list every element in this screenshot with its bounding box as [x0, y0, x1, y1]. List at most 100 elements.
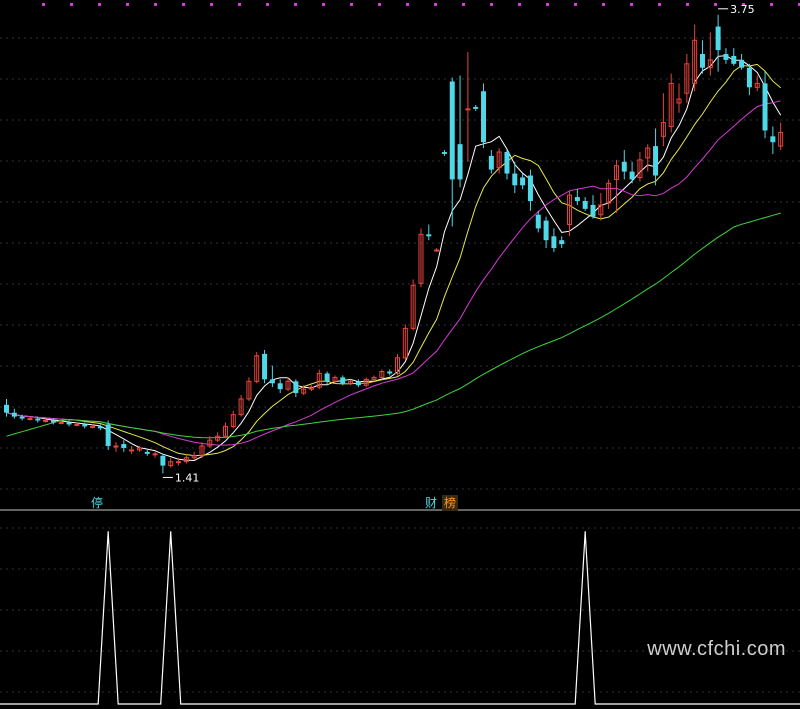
- top-marker: [630, 3, 633, 6]
- candle-body: [465, 108, 471, 111]
- candle-body: [160, 455, 166, 466]
- candle-body: [559, 240, 565, 245]
- candle-body: [574, 197, 580, 201]
- candle-body: [512, 173, 518, 186]
- candle-body: [129, 449, 135, 452]
- top-marker: [714, 3, 717, 6]
- badge-cai: 财: [425, 496, 438, 510]
- candle-body: [520, 177, 526, 186]
- ma60-line: [6, 212, 781, 439]
- candle-body: [35, 418, 41, 421]
- candle-body: [66, 422, 72, 425]
- candle-body: [629, 171, 635, 180]
- candle-body: [426, 234, 432, 237]
- candle-body: [144, 451, 150, 454]
- signal-spike: [107, 531, 109, 533]
- price-chart: 3.75 1.41: [0, 3, 800, 705]
- candle-body: [50, 420, 56, 423]
- top-marker: [434, 3, 437, 6]
- watermark: www.cfchi.com: [647, 638, 786, 660]
- signal-spike: [584, 531, 586, 533]
- top-marker: [182, 3, 185, 6]
- top-marker: [602, 3, 605, 6]
- candle-body: [699, 54, 705, 68]
- top-marker: [154, 3, 157, 6]
- badge-ting: 停: [91, 496, 104, 510]
- candle-body: [715, 26, 721, 51]
- candle-body: [551, 236, 557, 249]
- top-marker: [266, 3, 269, 6]
- top-marker: [770, 3, 773, 6]
- top-marker: [406, 3, 409, 6]
- candle-body: [762, 83, 768, 131]
- top-marker: [238, 3, 241, 6]
- candle-body: [105, 424, 111, 446]
- ma20-line: [6, 100, 781, 446]
- candle-body: [293, 381, 299, 394]
- top-marker: [322, 3, 325, 6]
- candle-body: [19, 416, 25, 419]
- candle-body: [340, 377, 346, 384]
- candle-body: [449, 81, 455, 180]
- candle-body: [90, 425, 96, 428]
- top-marker: [126, 3, 129, 6]
- top-marker: [350, 3, 353, 6]
- candle-body: [653, 146, 659, 176]
- price-annotation: 1.41: [175, 471, 200, 484]
- candle-body: [355, 381, 361, 386]
- candle-body: [27, 418, 33, 421]
- candle-body: [113, 445, 119, 448]
- candle-body: [543, 220, 549, 241]
- price-annotation: 3.75: [730, 3, 755, 16]
- signal-spike: [169, 531, 172, 533]
- candle-body: [723, 54, 729, 60]
- top-marker: [210, 3, 213, 6]
- candle-body: [74, 423, 80, 426]
- candle-body: [434, 249, 440, 252]
- candle-body: [582, 201, 588, 209]
- top-marker: [574, 3, 577, 6]
- top-marker: [42, 3, 45, 6]
- top-marker: [98, 3, 101, 6]
- top-marker: [686, 3, 689, 6]
- candle-body: [11, 412, 17, 417]
- top-marker: [546, 3, 549, 6]
- candle-body: [504, 152, 510, 174]
- candle-body: [535, 214, 541, 229]
- badge-bang: 榜: [442, 495, 459, 511]
- candle-body: [121, 444, 127, 448]
- candle-body: [481, 91, 487, 143]
- candle-body: [43, 420, 49, 423]
- top-marker: [378, 3, 381, 6]
- candle-body: [324, 373, 330, 382]
- top-marker: [462, 3, 465, 6]
- candle-body: [82, 424, 88, 427]
- candle-body: [457, 144, 463, 180]
- candle-body: [262, 353, 268, 380]
- top-marker: [518, 3, 521, 6]
- candle-body: [488, 155, 494, 170]
- candle-body: [770, 136, 776, 143]
- candle-body: [387, 371, 393, 374]
- candle-body: [746, 67, 752, 88]
- candle-body: [152, 453, 158, 456]
- candle-body: [473, 106, 479, 109]
- candle-body: [441, 152, 447, 154]
- candle-body: [97, 426, 103, 429]
- ma5-line: [6, 55, 782, 462]
- candle-body: [4, 404, 9, 413]
- candle-body: [176, 461, 182, 464]
- top-marker: [658, 3, 661, 6]
- top-marker: [70, 3, 73, 6]
- candle-body: [731, 55, 737, 64]
- candle-body: [277, 383, 283, 390]
- candle-body: [621, 161, 627, 172]
- signal-line: [0, 531, 800, 705]
- candle-body: [590, 204, 596, 217]
- candle-body: [269, 379, 275, 384]
- candle-body: [739, 59, 745, 68]
- candle-body: [527, 175, 533, 201]
- top-marker: [294, 3, 297, 6]
- candle-body: [58, 421, 64, 424]
- top-marker: [490, 3, 493, 6]
